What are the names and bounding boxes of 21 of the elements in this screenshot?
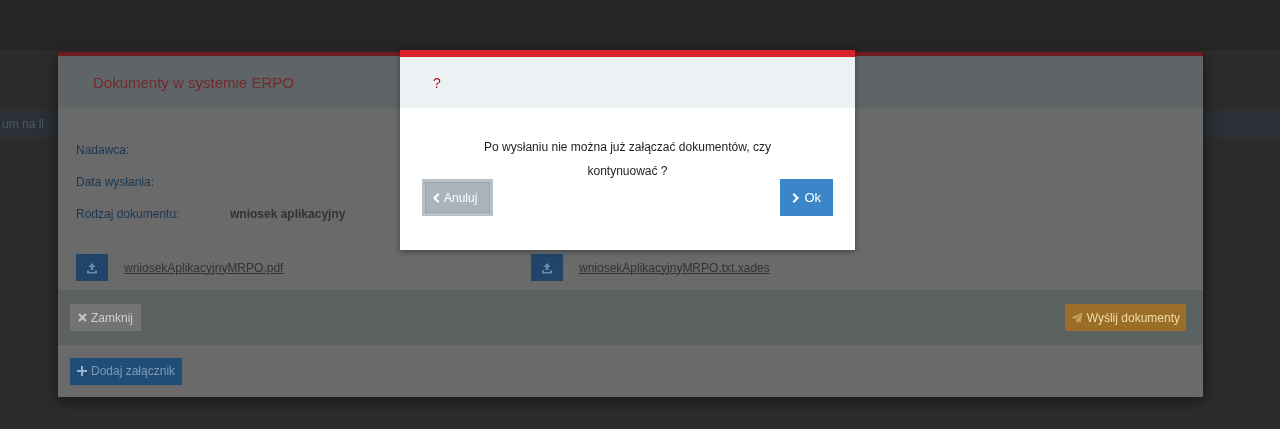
field-value: wniosek aplikacyjny [230, 207, 346, 221]
field-label: Rodzaj dokumentu: [76, 207, 181, 221]
confirm-message: Po wysłaniu nie można już załączać dokumentów, czy kontynuować ? [483, 139, 772, 180]
cancel-button[interactable]: Anuluj [422, 179, 494, 216]
ok-button[interactable]: Ok [780, 179, 833, 216]
dialog-title: ? [433, 74, 441, 91]
send-button[interactable]: Wyślij dokumenty [1064, 304, 1186, 331]
dialog-title: Dokumenty w systemie ERPO [93, 73, 294, 91]
add-attachment-button[interactable]: Dodaj załącznik [70, 357, 183, 385]
upload-icon[interactable] [76, 254, 108, 281]
paper-plane-icon [1070, 311, 1083, 324]
field-label: Data wysłania: [76, 175, 156, 189]
chevron-left-icon [432, 192, 440, 203]
chevron-right-icon [792, 192, 801, 203]
file-link[interactable]: wniosekAplikacyjnyMRPO.txt.xades [579, 260, 770, 275]
close-icon [78, 313, 87, 322]
close-button[interactable]: Zamknij [70, 304, 141, 331]
field-label: Nadawca: [76, 143, 131, 157]
upload-icon[interactable] [531, 254, 563, 281]
file-link[interactable]: wniosekAplikacyjnyMRPO.pdf [124, 260, 284, 275]
plus-icon [77, 366, 87, 376]
